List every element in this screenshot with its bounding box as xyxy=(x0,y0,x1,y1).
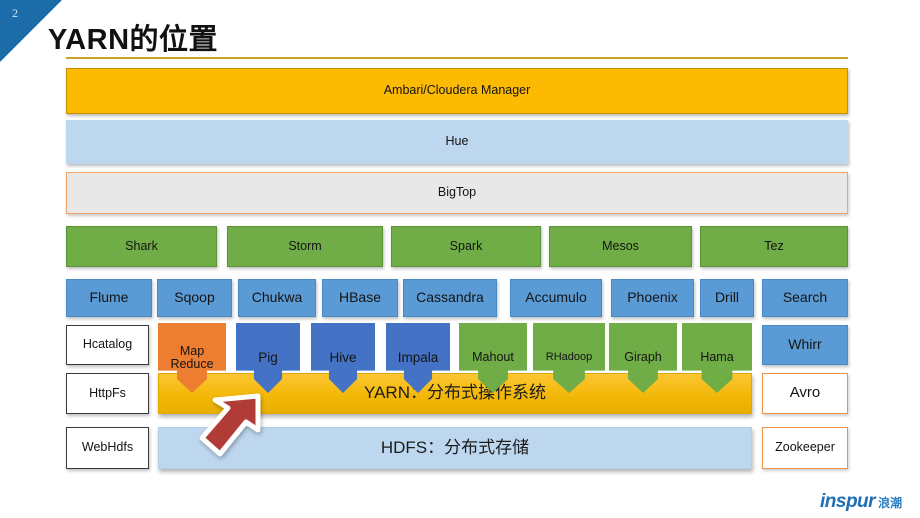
right-box-avro[interactable]: Avro xyxy=(762,373,848,414)
service-box-flume[interactable]: Flume xyxy=(66,279,152,317)
right-box-label: Zookeeper xyxy=(775,440,835,455)
engine-label: Spark xyxy=(449,238,483,253)
page-title: YARN的位置 xyxy=(48,24,219,56)
framework-label: Mahout xyxy=(472,350,514,365)
framework-label: Hama xyxy=(700,350,734,365)
service-label: Flume xyxy=(89,289,129,306)
service-label: Drill xyxy=(714,289,740,306)
service-box-accumulo[interactable]: Accumulo xyxy=(510,279,602,317)
right-box-zookeeper[interactable]: Zookeeper xyxy=(762,427,848,469)
service-label: Accumulo xyxy=(525,289,587,306)
title-underline-rule xyxy=(66,57,848,59)
logo-text-cn: 浪潮 xyxy=(878,496,903,510)
right-box-label: Whirr xyxy=(788,336,822,353)
service-label: Sqoop xyxy=(174,289,215,306)
bar-bigtop[interactable]: BigTop xyxy=(66,172,848,214)
left-box-label: Hcatalog xyxy=(82,337,133,352)
logo-text-en: inspur xyxy=(820,491,876,512)
framework-label: Impala xyxy=(397,349,439,365)
left-box-webhdfs[interactable]: WebHdfs xyxy=(66,427,149,469)
left-box-label: HttpFs xyxy=(89,385,126,400)
bar-hue[interactable]: Hue xyxy=(66,120,848,164)
service-label: Search xyxy=(782,289,828,306)
bar-hue-label: Hue xyxy=(445,134,469,149)
yarn-label: YARN：分布式操作系统 xyxy=(364,383,546,403)
service-box-hbase[interactable]: HBase xyxy=(322,279,398,317)
engine-box-storm[interactable]: Storm xyxy=(227,226,383,267)
service-label: Phoenix xyxy=(627,289,678,306)
left-box-label: WebHdfs xyxy=(81,440,134,455)
service-label: Cassandra xyxy=(416,289,484,306)
inspur-logo: inspur 浪潮 xyxy=(820,491,902,513)
bar-bigtop-label: BigTop xyxy=(437,185,477,200)
left-box-hcatalog[interactable]: Hcatalog xyxy=(66,325,149,365)
service-box-sqoop[interactable]: Sqoop xyxy=(157,279,232,317)
service-box-phoenix[interactable]: Phoenix xyxy=(611,279,694,317)
slide-number: 2 xyxy=(12,6,18,20)
engine-box-spark[interactable]: Spark xyxy=(391,226,541,267)
framework-label: RHadoop xyxy=(545,351,593,364)
framework-label: Map Reduce xyxy=(170,343,214,371)
engine-label: Mesos xyxy=(602,238,639,253)
framework-label: Hive xyxy=(329,349,357,365)
service-box-drill[interactable]: Drill xyxy=(700,279,754,317)
engine-label: Shark xyxy=(125,238,158,253)
service-box-chukwa[interactable]: Chukwa xyxy=(238,279,316,317)
engine-box-shark[interactable]: Shark xyxy=(66,226,217,267)
right-box-whirr[interactable]: Whirr xyxy=(762,325,848,365)
right-box-label: Avro xyxy=(789,384,821,402)
service-label: Chukwa xyxy=(251,289,303,306)
engine-box-mesos[interactable]: Mesos xyxy=(549,226,692,267)
engine-label: Tez xyxy=(764,238,784,253)
bar-ambari-label: Ambari/Cloudera Manager xyxy=(383,83,531,98)
engine-label: Storm xyxy=(288,238,322,253)
left-box-httpfs[interactable]: HttpFs xyxy=(66,373,149,414)
emphasis-arrow-icon xyxy=(199,393,261,457)
bar-ambari-cloudera-manager[interactable]: Ambari/Cloudera Manager xyxy=(66,68,848,114)
engine-box-tez[interactable]: Tez xyxy=(700,226,848,267)
slide-canvas: 2 YARN的位置 Ambari/Cloudera Manager Hue Bi… xyxy=(0,0,920,518)
framework-label: Giraph xyxy=(624,350,662,365)
hdfs-label: HDFS：分布式存储 xyxy=(380,437,530,457)
framework-label: Pig xyxy=(258,349,278,365)
service-box-search[interactable]: Search xyxy=(762,279,848,317)
service-label: HBase xyxy=(338,289,382,306)
service-box-cassandra[interactable]: Cassandra xyxy=(403,279,497,317)
